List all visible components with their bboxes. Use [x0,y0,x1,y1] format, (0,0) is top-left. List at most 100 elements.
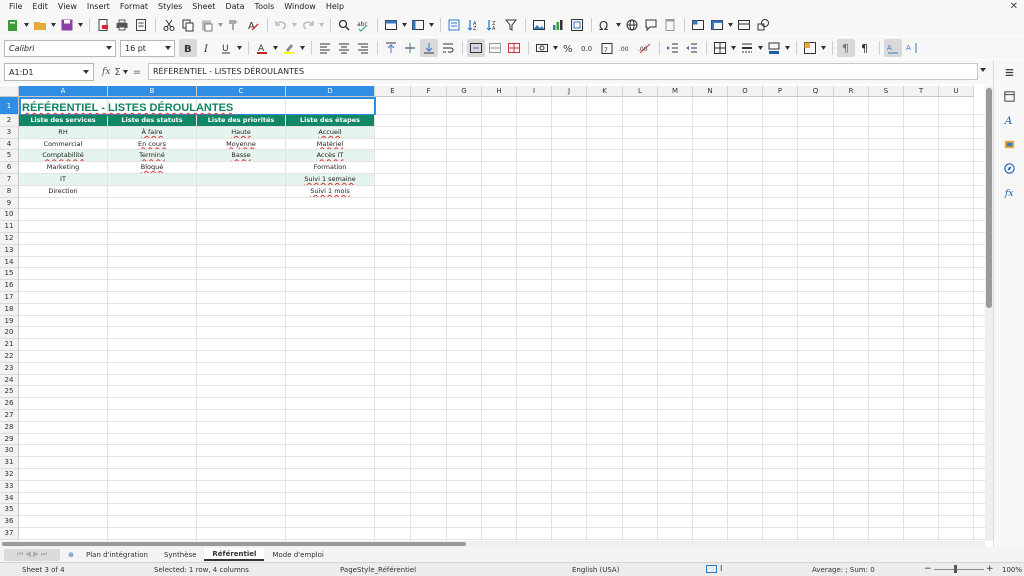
open-folder-icon[interactable] [31,16,49,34]
row-header-13[interactable]: 13 [0,244,19,257]
add-decimal-icon[interactable]: .00 [617,39,635,57]
freeze-dropdown-icon[interactable] [727,16,733,34]
borders-icon[interactable] [711,39,729,57]
conditional-dropdown-icon[interactable] [820,39,826,57]
table-cell[interactable]: Accueil [286,126,374,138]
functions-icon[interactable]: fx [994,180,1024,204]
table-cell[interactable]: Suivi 1 semaine [286,174,374,185]
menu-window[interactable]: Window [279,0,321,14]
show-draw-functions-icon[interactable] [754,16,772,34]
print-preview-icon[interactable] [132,16,150,34]
column-header-q[interactable]: Q [798,86,834,97]
table-cell[interactable]: Marketing [19,162,107,173]
date-format-icon[interactable]: 7 [598,39,616,57]
row-header-18[interactable]: 18 [0,303,19,316]
align-left-icon[interactable] [316,39,334,57]
hyperlink-icon[interactable] [623,16,641,34]
new-dropdown-icon[interactable] [23,16,29,34]
paste-icon[interactable] [198,16,216,34]
menu-view[interactable]: View [53,0,82,14]
formula-icon[interactable]: = [133,67,141,78]
table-cell[interactable]: Haute [197,126,285,138]
row-header-20[interactable]: 20 [0,327,19,340]
table-cell[interactable]: Matériel [286,139,374,150]
font-name-combo[interactable]: Calibri [4,39,116,57]
pivot-table-icon[interactable] [568,16,586,34]
insert-image-icon[interactable] [530,16,548,34]
row-header-11[interactable]: 11 [0,221,19,233]
font-color-dropdown-icon[interactable] [272,39,278,57]
zoom-in-icon[interactable]: + [986,564,994,574]
language-status[interactable]: English (USA) [572,566,619,574]
table-cell[interactable] [108,186,196,197]
formula-input[interactable]: RÉFÉRENTIEL - LISTES DÉROULANTES [148,63,978,80]
row-header-5[interactable]: 5 [0,150,19,163]
column-header-k[interactable]: K [587,86,623,97]
column-header-j[interactable]: J [552,86,587,97]
menu-help[interactable]: Help [321,0,349,14]
column-header-s[interactable]: S [869,86,904,97]
conditional-format-icon[interactable] [801,39,819,57]
page-style[interactable]: PageStyle_Référentiel [340,566,416,574]
menu-insert[interactable]: Insert [82,0,115,14]
menu-edit[interactable]: Edit [27,0,53,14]
cut-icon[interactable] [160,16,178,34]
sort-icon[interactable] [445,16,463,34]
add-sheet-icon[interactable]: ⊕ [64,549,78,561]
row-header-35[interactable]: 35 [0,504,19,517]
table-cell[interactable]: En cours [108,139,196,150]
copy-icon[interactable] [179,16,197,34]
row-header-3[interactable]: 3 [0,126,19,139]
row-header-4[interactable]: 4 [0,138,19,151]
select-all-corner[interactable] [0,86,19,97]
column-icon[interactable] [409,16,427,34]
comment-icon[interactable] [642,16,660,34]
table-cell[interactable] [197,162,285,173]
redo-icon[interactable] [299,16,317,34]
spreadsheet-grid[interactable]: A B C D E F G H I J K L M N O P Q R S T U 1 2 3 4 5 6 7 8 9 10 11 12 13 14… [0,86,985,541]
row-header-22[interactable]: 22 [0,351,19,363]
table-cell[interactable]: Accès IT [286,150,374,162]
row-header-1[interactable]: 1 [0,97,19,115]
undo-icon[interactable] [272,16,290,34]
column-header-r[interactable]: R [834,86,869,97]
underline-dropdown-icon[interactable] [236,39,242,57]
sheet-nav-buttons[interactable]: ⏮ ◀ ▶ ⏭ [4,548,60,561]
zoom-slider[interactable] [934,569,984,570]
table-cell[interactable] [197,186,285,197]
tab-plan-integration[interactable]: Plan d'intégration [78,548,156,561]
sort-ascending-icon[interactable]: AZ [464,16,482,34]
row-header-15[interactable]: 15 [0,268,19,281]
column-header-f[interactable]: F [411,86,447,97]
sort-descending-icon[interactable]: ZA [483,16,501,34]
row-header-6[interactable]: 6 [0,162,19,174]
align-bottom-icon[interactable] [420,39,438,57]
export-pdf-icon[interactable] [94,16,112,34]
delete-decimal-icon[interactable]: .00 [636,39,654,57]
table-cell[interactable]: Commercial [19,139,107,150]
sheet-title-cell[interactable]: RÉFÉRENTIEL - LISTES DÉROULANTES [19,97,376,115]
menu-sheet[interactable]: Sheet [187,0,220,14]
row-header-37[interactable]: 37 [0,528,19,540]
font-name-dropdown-icon[interactable] [106,45,112,50]
row-header-33[interactable]: 33 [0,480,19,493]
align-center-icon[interactable] [335,39,353,57]
tab-synthese[interactable]: Synthèse [156,548,204,561]
row-header-16[interactable]: 16 [0,280,19,292]
row-header-26[interactable]: 26 [0,398,19,410]
split-window-icon[interactable] [735,16,753,34]
sum-dropdown-icon[interactable] [123,63,129,81]
clear-formatting-icon[interactable]: A [244,16,262,34]
currency-format-icon[interactable] [533,39,551,57]
freeze-rows-columns-icon[interactable] [708,16,726,34]
find-replace-icon[interactable] [335,16,353,34]
column-header-g[interactable]: G [447,86,482,97]
menu-format[interactable]: Format [115,0,153,14]
row-icon[interactable] [382,16,400,34]
column-header-t[interactable]: T [904,86,939,97]
center-vertically-icon[interactable] [401,39,419,57]
name-box-dropdown-icon[interactable] [83,70,89,74]
underline-icon[interactable]: U [217,39,235,57]
table-cell[interactable] [197,174,285,185]
sum-icon[interactable]: Σ [114,67,120,78]
